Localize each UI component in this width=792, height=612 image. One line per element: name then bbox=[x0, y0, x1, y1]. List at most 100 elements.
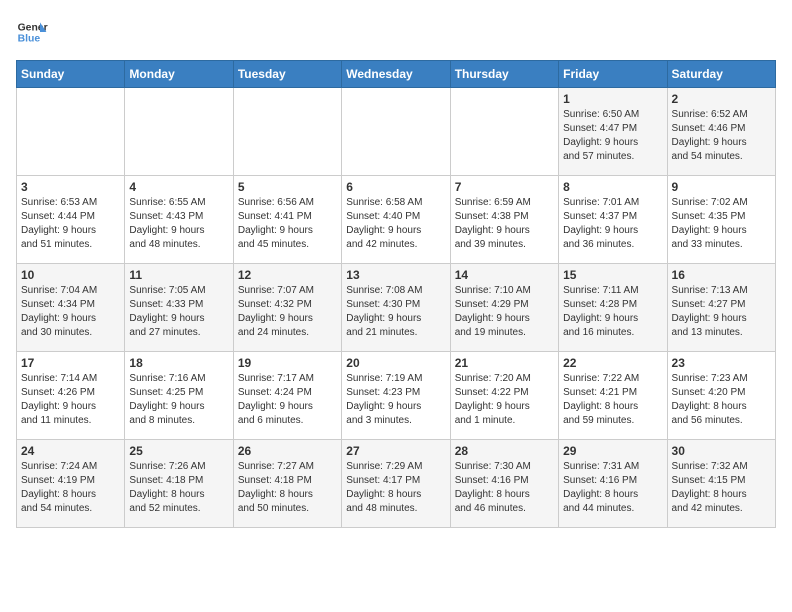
day-number: 21 bbox=[455, 356, 554, 370]
day-of-week-header: Wednesday bbox=[342, 61, 450, 88]
day-of-week-header: Thursday bbox=[450, 61, 558, 88]
day-info: Sunrise: 6:53 AM Sunset: 4:44 PM Dayligh… bbox=[21, 196, 120, 252]
calendar-header-row: SundayMondayTuesdayWednesdayThursdayFrid… bbox=[17, 61, 776, 88]
day-number: 13 bbox=[346, 268, 445, 282]
calendar-cell: 15 Sunrise: 7:11 AM Sunset: 4:28 PM Dayli… bbox=[559, 264, 667, 352]
day-of-week-header: Tuesday bbox=[233, 61, 341, 88]
day-info: Sunrise: 7:14 AM Sunset: 4:26 PM Dayligh… bbox=[21, 372, 120, 428]
calendar-cell: 10 Sunrise: 7:04 AM Sunset: 4:34 PM Dayli… bbox=[17, 264, 125, 352]
day-info: Sunrise: 7:01 AM Sunset: 4:37 PM Dayligh… bbox=[563, 196, 662, 252]
day-info: Sunrise: 6:58 AM Sunset: 4:40 PM Dayligh… bbox=[346, 196, 445, 252]
day-number: 1 bbox=[563, 92, 662, 106]
calendar-cell: 29 Sunrise: 7:31 AM Sunset: 4:16 PM Dayli… bbox=[559, 440, 667, 528]
calendar-table: SundayMondayTuesdayWednesdayThursdayFrid… bbox=[16, 60, 776, 528]
calendar-cell: 19 Sunrise: 7:17 AM Sunset: 4:24 PM Dayli… bbox=[233, 352, 341, 440]
day-number: 29 bbox=[563, 444, 662, 458]
day-number: 5 bbox=[238, 180, 337, 194]
calendar-cell: 1 Sunrise: 6:50 AM Sunset: 4:47 PM Daylig… bbox=[559, 88, 667, 176]
day-number: 11 bbox=[129, 268, 228, 282]
day-number: 15 bbox=[563, 268, 662, 282]
day-number: 17 bbox=[21, 356, 120, 370]
day-number: 24 bbox=[21, 444, 120, 458]
calendar-week-row: 3 Sunrise: 6:53 AM Sunset: 4:44 PM Daylig… bbox=[17, 176, 776, 264]
calendar-cell: 11 Sunrise: 7:05 AM Sunset: 4:33 PM Dayli… bbox=[125, 264, 233, 352]
calendar-cell: 9 Sunrise: 7:02 AM Sunset: 4:35 PM Daylig… bbox=[667, 176, 775, 264]
calendar-cell: 5 Sunrise: 6:56 AM Sunset: 4:41 PM Daylig… bbox=[233, 176, 341, 264]
calendar-cell bbox=[125, 88, 233, 176]
day-number: 8 bbox=[563, 180, 662, 194]
calendar-cell: 24 Sunrise: 7:24 AM Sunset: 4:19 PM Dayli… bbox=[17, 440, 125, 528]
calendar-cell bbox=[450, 88, 558, 176]
day-of-week-header: Monday bbox=[125, 61, 233, 88]
calendar-cell: 4 Sunrise: 6:55 AM Sunset: 4:43 PM Daylig… bbox=[125, 176, 233, 264]
day-info: Sunrise: 7:08 AM Sunset: 4:30 PM Dayligh… bbox=[346, 284, 445, 340]
day-number: 27 bbox=[346, 444, 445, 458]
calendar-week-row: 10 Sunrise: 7:04 AM Sunset: 4:34 PM Dayli… bbox=[17, 264, 776, 352]
day-number: 22 bbox=[563, 356, 662, 370]
calendar-cell: 13 Sunrise: 7:08 AM Sunset: 4:30 PM Dayli… bbox=[342, 264, 450, 352]
day-info: Sunrise: 7:22 AM Sunset: 4:21 PM Dayligh… bbox=[563, 372, 662, 428]
day-number: 2 bbox=[672, 92, 771, 106]
calendar-week-row: 1 Sunrise: 6:50 AM Sunset: 4:47 PM Daylig… bbox=[17, 88, 776, 176]
day-info: Sunrise: 6:59 AM Sunset: 4:38 PM Dayligh… bbox=[455, 196, 554, 252]
day-info: Sunrise: 6:55 AM Sunset: 4:43 PM Dayligh… bbox=[129, 196, 228, 252]
day-info: Sunrise: 7:24 AM Sunset: 4:19 PM Dayligh… bbox=[21, 460, 120, 516]
day-number: 18 bbox=[129, 356, 228, 370]
day-info: Sunrise: 7:32 AM Sunset: 4:15 PM Dayligh… bbox=[672, 460, 771, 516]
day-info: Sunrise: 7:17 AM Sunset: 4:24 PM Dayligh… bbox=[238, 372, 337, 428]
calendar-cell: 2Sunrise: 6:52 AM Sunset: 4:46 PM Daylig… bbox=[667, 88, 775, 176]
day-of-week-header: Sunday bbox=[17, 61, 125, 88]
day-info: Sunrise: 7:30 AM Sunset: 4:16 PM Dayligh… bbox=[455, 460, 554, 516]
calendar-cell: 28Sunrise: 7:30 AM Sunset: 4:16 PM Dayli… bbox=[450, 440, 558, 528]
calendar-cell: 22 Sunrise: 7:22 AM Sunset: 4:21 PM Dayli… bbox=[559, 352, 667, 440]
day-number: 7 bbox=[455, 180, 554, 194]
logo: General Blue bbox=[16, 16, 48, 48]
calendar-cell: 3 Sunrise: 6:53 AM Sunset: 4:44 PM Daylig… bbox=[17, 176, 125, 264]
day-info: Sunrise: 7:07 AM Sunset: 4:32 PM Dayligh… bbox=[238, 284, 337, 340]
day-info: Sunrise: 7:04 AM Sunset: 4:34 PM Dayligh… bbox=[21, 284, 120, 340]
calendar-week-row: 17 Sunrise: 7:14 AM Sunset: 4:26 PM Dayli… bbox=[17, 352, 776, 440]
calendar-cell: 27 Sunrise: 7:29 AM Sunset: 4:17 PM Dayli… bbox=[342, 440, 450, 528]
day-number: 23 bbox=[672, 356, 771, 370]
day-number: 4 bbox=[129, 180, 228, 194]
calendar-cell: 20Sunrise: 7:19 AM Sunset: 4:23 PM Dayli… bbox=[342, 352, 450, 440]
day-info: Sunrise: 7:02 AM Sunset: 4:35 PM Dayligh… bbox=[672, 196, 771, 252]
day-info: Sunrise: 6:56 AM Sunset: 4:41 PM Dayligh… bbox=[238, 196, 337, 252]
day-info: Sunrise: 7:26 AM Sunset: 4:18 PM Dayligh… bbox=[129, 460, 228, 516]
day-info: Sunrise: 7:05 AM Sunset: 4:33 PM Dayligh… bbox=[129, 284, 228, 340]
day-number: 20 bbox=[346, 356, 445, 370]
calendar-cell bbox=[17, 88, 125, 176]
day-number: 30 bbox=[672, 444, 771, 458]
day-number: 16 bbox=[672, 268, 771, 282]
day-number: 3 bbox=[21, 180, 120, 194]
calendar-cell: 12 Sunrise: 7:07 AM Sunset: 4:32 PM Dayli… bbox=[233, 264, 341, 352]
calendar-cell: 8 Sunrise: 7:01 AM Sunset: 4:37 PM Daylig… bbox=[559, 176, 667, 264]
day-info: Sunrise: 7:23 AM Sunset: 4:20 PM Dayligh… bbox=[672, 372, 771, 428]
calendar-cell: 18 Sunrise: 7:16 AM Sunset: 4:25 PM Dayli… bbox=[125, 352, 233, 440]
day-info: Sunrise: 7:16 AM Sunset: 4:25 PM Dayligh… bbox=[129, 372, 228, 428]
day-number: 14 bbox=[455, 268, 554, 282]
day-number: 19 bbox=[238, 356, 337, 370]
day-info: Sunrise: 6:50 AM Sunset: 4:47 PM Dayligh… bbox=[563, 108, 662, 164]
calendar-week-row: 24 Sunrise: 7:24 AM Sunset: 4:19 PM Dayli… bbox=[17, 440, 776, 528]
calendar-cell: 16Sunrise: 7:13 AM Sunset: 4:27 PM Dayli… bbox=[667, 264, 775, 352]
logo-icon: General Blue bbox=[16, 16, 48, 48]
day-info: Sunrise: 7:31 AM Sunset: 4:16 PM Dayligh… bbox=[563, 460, 662, 516]
calendar-cell: 21 Sunrise: 7:20 AM Sunset: 4:22 PM Dayli… bbox=[450, 352, 558, 440]
page-header: General Blue bbox=[16, 16, 776, 48]
day-number: 6 bbox=[346, 180, 445, 194]
calendar-cell: 23 Sunrise: 7:23 AM Sunset: 4:20 PM Dayli… bbox=[667, 352, 775, 440]
day-info: Sunrise: 7:11 AM Sunset: 4:28 PM Dayligh… bbox=[563, 284, 662, 340]
calendar-cell: 14Sunrise: 7:10 AM Sunset: 4:29 PM Dayli… bbox=[450, 264, 558, 352]
day-number: 12 bbox=[238, 268, 337, 282]
calendar-body: 1 Sunrise: 6:50 AM Sunset: 4:47 PM Daylig… bbox=[17, 88, 776, 528]
calendar-cell: 6 Sunrise: 6:58 AM Sunset: 4:40 PM Daylig… bbox=[342, 176, 450, 264]
calendar-cell bbox=[342, 88, 450, 176]
day-of-week-header: Saturday bbox=[667, 61, 775, 88]
day-number: 10 bbox=[21, 268, 120, 282]
calendar-cell: 26Sunrise: 7:27 AM Sunset: 4:18 PM Dayli… bbox=[233, 440, 341, 528]
day-info: Sunrise: 7:20 AM Sunset: 4:22 PM Dayligh… bbox=[455, 372, 554, 428]
day-number: 9 bbox=[672, 180, 771, 194]
day-of-week-header: Friday bbox=[559, 61, 667, 88]
day-info: Sunrise: 7:29 AM Sunset: 4:17 PM Dayligh… bbox=[346, 460, 445, 516]
